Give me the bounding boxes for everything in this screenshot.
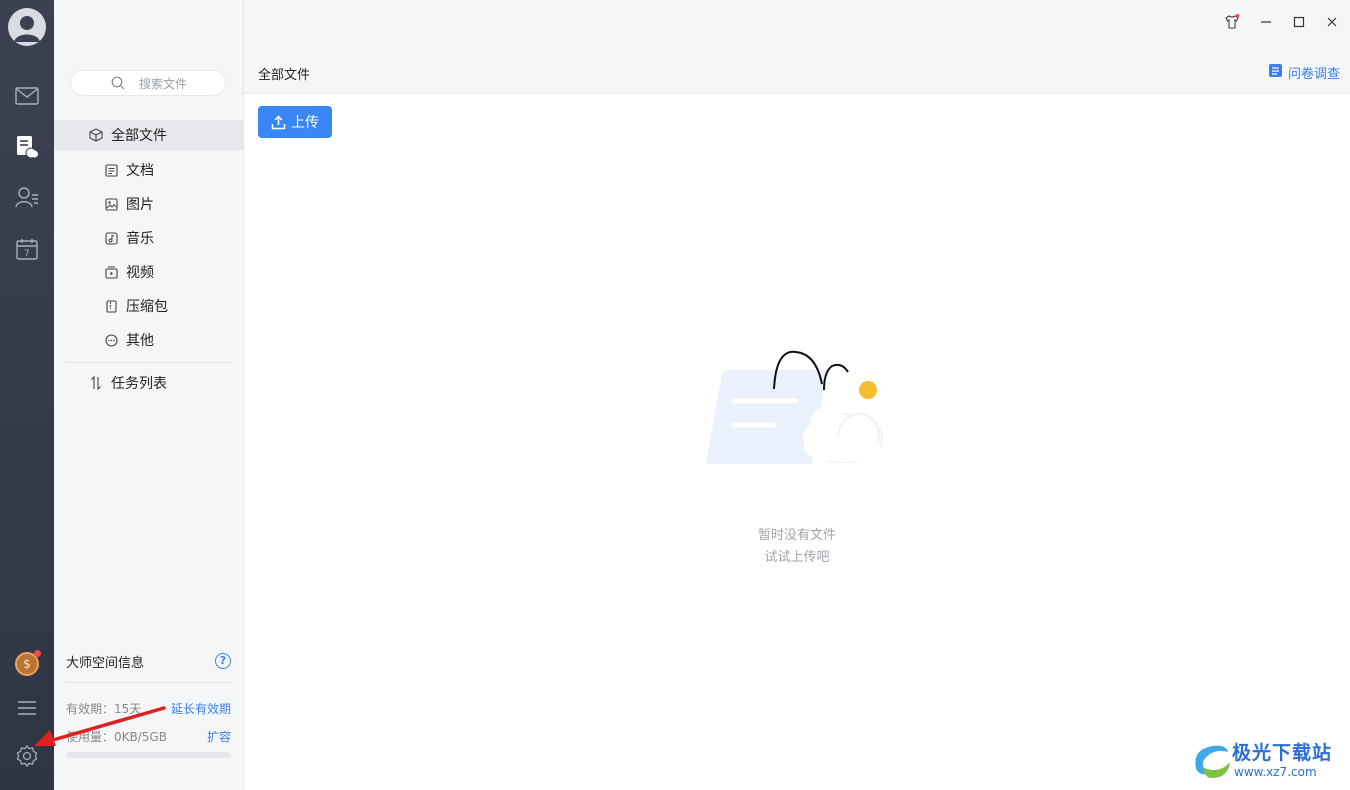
nav-task-list[interactable]: 任务列表: [54, 368, 243, 398]
upload-label: 上传: [291, 114, 319, 130]
upload-icon: [271, 114, 286, 129]
nav-documents[interactable]: 文档: [54, 155, 243, 185]
cloud-drive-icon[interactable]: [13, 133, 41, 161]
watermark-brand: 极光下载站: [1232, 742, 1333, 764]
skin-shirt-icon[interactable]: [1224, 14, 1240, 30]
nav-images[interactable]: 图片: [54, 189, 243, 219]
nav-all-files[interactable]: 全部文件: [54, 120, 243, 150]
file-list-area: 上传 暂时没有文件 试试上传吧: [244, 94, 1350, 790]
nav-others[interactable]: 其他: [54, 325, 243, 355]
image-icon: [104, 197, 118, 211]
video-icon: [104, 265, 118, 279]
transfer-icon: [89, 376, 103, 390]
user-avatar[interactable]: [8, 8, 46, 46]
minimize-icon[interactable]: [1258, 14, 1274, 30]
nav-task-list-label: 任务列表: [111, 376, 167, 392]
contacts-icon[interactable]: [13, 183, 41, 211]
more-icon: [104, 333, 118, 347]
document-icon: [104, 163, 118, 177]
music-icon: [104, 231, 118, 245]
nav-archives[interactable]: 压缩包: [54, 291, 243, 321]
usage-progress-bar: [66, 752, 231, 758]
upload-button[interactable]: 上传: [258, 106, 332, 138]
nav-archives-label: 压缩包: [126, 299, 168, 315]
empty-state-title: 暂时没有文件: [757, 528, 836, 543]
survey-label: 问卷调查: [1287, 67, 1340, 82]
space-divider: [66, 682, 232, 683]
nav-others-label: 其他: [126, 333, 154, 349]
nav-videos-label: 视频: [126, 265, 154, 281]
empty-folder-cloud-illustration: [706, 350, 883, 464]
search-input[interactable]: 搜索文件: [70, 70, 226, 96]
maximize-icon[interactable]: [1291, 14, 1307, 30]
nav-images-label: 图片: [126, 197, 154, 213]
empty-state-hint: 试试上传吧: [764, 550, 830, 565]
survey-link[interactable]: 问卷调查: [1268, 63, 1340, 82]
extend-validity-link[interactable]: 延长有效期: [171, 700, 231, 717]
page-title: 全部文件: [258, 68, 311, 83]
nav-videos[interactable]: 视频: [54, 257, 243, 287]
search-placeholder: 搜索文件: [139, 76, 188, 91]
expand-capacity-link[interactable]: 扩容: [207, 728, 231, 745]
archive-icon: [104, 299, 118, 313]
annotation-arrow: [34, 706, 166, 746]
nav-documents-label: 文档: [126, 163, 154, 179]
file-side-panel: 搜索文件 全部文件 文档 图片 音乐 视频 压缩包 其他 任务列表 大师空间信息…: [54, 0, 244, 790]
nav-music[interactable]: 音乐: [54, 223, 243, 253]
search-icon: [111, 76, 125, 90]
calendar-icon[interactable]: 7: [13, 235, 41, 263]
coin-badge-icon[interactable]: $: [15, 650, 41, 676]
nav-music-label: 音乐: [126, 231, 154, 247]
help-icon[interactable]: ?: [215, 653, 231, 669]
watermark-url: www.xz7.com: [1234, 765, 1317, 779]
nav-all-files-label: 全部文件: [111, 128, 167, 144]
content-header: 全部文件 问卷调查: [244, 46, 1350, 94]
space-info-title: 大师空间信息: [66, 656, 145, 671]
notification-dot: [34, 650, 41, 657]
site-watermark: 极光下载站 www.xz7.com: [1190, 736, 1350, 786]
svg-text:7: 7: [24, 249, 30, 259]
close-icon[interactable]: [1324, 14, 1340, 30]
user-icon: [14, 16, 40, 42]
survey-icon: [1268, 63, 1283, 82]
watermark-logo-icon: [1195, 745, 1230, 778]
cube-icon: [89, 128, 103, 142]
mail-icon[interactable]: [13, 82, 41, 110]
nav-divider: [66, 362, 232, 363]
title-bar: [244, 0, 1350, 46]
app-rail: 7 $: [0, 0, 54, 790]
